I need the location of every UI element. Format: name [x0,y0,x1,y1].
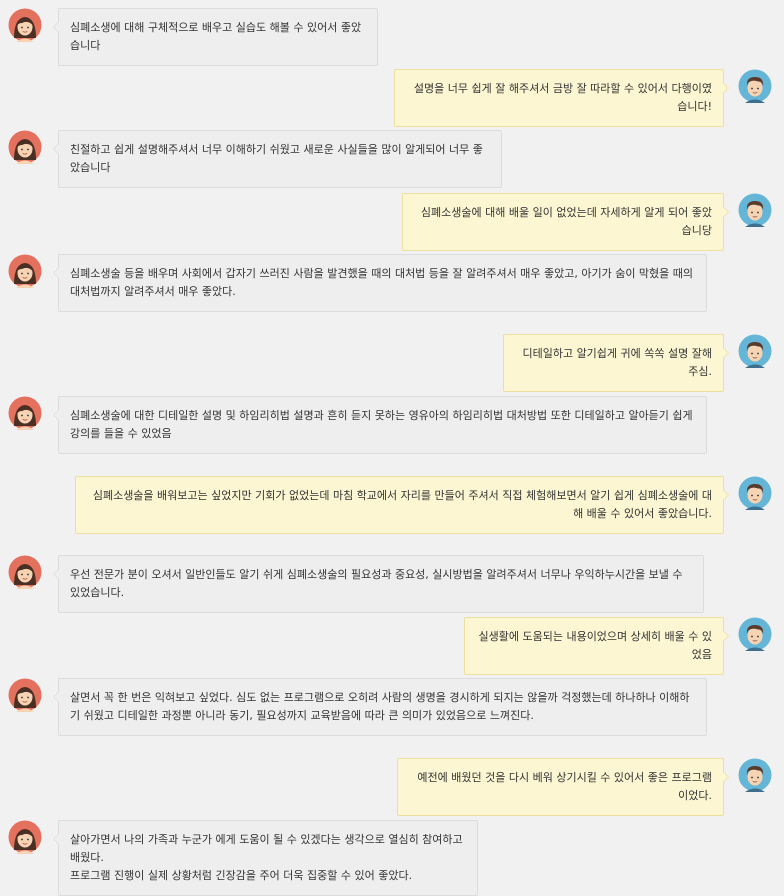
message-bubble: 심폐소생술에 대해 배울 일이 없었는데 자세하게 알게 되어 좋았습니당 [402,193,729,251]
male-avatar-icon [738,617,772,651]
message-bubble: 살면서 꼭 한 번은 익혀보고 싶었다. 심도 없는 프로그램으로 오히려 사람… [53,678,707,736]
message-bubble: 실생활에 도움되는 내용이었으며 상세히 배울 수 있었음 [464,617,729,675]
message-text: 실생활에 도움되는 내용이었으며 상세히 배울 수 있었음 [478,630,713,661]
message-bubble: 심폐소생술에 대한 디테일한 설명 및 하임리히법 설명과 흔히 듣지 못하는 … [53,396,707,454]
message-text: 심폐소생술 등을 배우며 사회에서 갑자기 쓰러진 사람을 발견했을 때의 대처… [70,267,694,298]
message-bubble: 설명을 너무 쉽게 잘 해주셔서 금방 잘 따라할 수 있어서 다행이였습니다! [394,69,729,127]
chat-feed: 심폐소생에 대해 구체적으로 배우고 실습도 해볼 수 있어서 좋았습니다 설명… [0,0,784,896]
message-text: 우선 전문가 분이 오셔서 일반인들도 알기 쉬게 심폐소생술의 필요성과 중요… [70,568,683,599]
female-avatar-icon [8,130,42,164]
message-text: 심폐소생술을 배워보고는 싶었지만 기회가 없었는데 마침 학교에서 자리를 만… [92,489,712,520]
message-bubble: 심폐소생술을 배워보고는 싶었지만 기회가 없었는데 마침 학교에서 자리를 만… [75,476,729,534]
message-text: 친절하고 쉽게 설명해주셔서 너무 이해하기 쉬웠고 새로운 사실들을 많이 알… [70,143,483,174]
message-bubble: 디테일하고 알기쉽게 귀에 쏙쏙 설명 잘해주심. [503,334,729,392]
message-bubble: 심폐소생술 등을 배우며 사회에서 갑자기 쓰러진 사람을 발견했을 때의 대처… [53,254,707,312]
female-avatar-icon [8,396,42,430]
message-bubble: 심폐소생에 대해 구체적으로 배우고 실습도 해볼 수 있어서 좋았습니다 [53,8,378,66]
male-avatar-icon [738,69,772,103]
message-text: 살아가면서 나의 가족과 누군가 에게 도움이 될 수 있겠다는 생각으로 열심… [70,833,463,882]
male-avatar-icon [738,476,772,510]
male-avatar-icon [738,758,772,792]
message-text: 심폐소생술에 대한 디테일한 설명 및 하임리히법 설명과 흔히 듣지 못하는 … [70,409,693,440]
message-bubble: 우선 전문가 분이 오셔서 일반인들도 알기 쉬게 심폐소생술의 필요성과 중요… [53,555,704,613]
message-text: 심폐소생술에 대해 배울 일이 없었는데 자세하게 알게 되어 좋았습니당 [420,206,712,237]
female-avatar-icon [8,678,42,712]
female-avatar-icon [8,254,42,288]
message-text: 설명을 너무 쉽게 잘 해주셔서 금방 잘 따라할 수 있어서 다행이였습니다! [413,82,712,113]
message-bubble: 살아가면서 나의 가족과 누군가 에게 도움이 될 수 있겠다는 생각으로 열심… [53,820,478,896]
female-avatar-icon [8,8,42,42]
female-avatar-icon [8,555,42,589]
message-text: 살면서 꼭 한 번은 익혀보고 싶었다. 심도 없는 프로그램으로 오히려 사람… [70,691,690,722]
message-bubble: 친절하고 쉽게 설명해주셔서 너무 이해하기 쉬웠고 새로운 사실들을 많이 알… [53,130,502,188]
message-text: 디테일하고 알기쉽게 귀에 쏙쏙 설명 잘해주심. [522,347,712,378]
male-avatar-icon [738,334,772,368]
message-text: 예전에 배웠던 것을 다시 베워 상기시킬 수 있어서 좋은 프로그램이었다. [417,771,712,802]
message-bubble: 예전에 배웠던 것을 다시 베워 상기시킬 수 있어서 좋은 프로그램이었다. [397,758,729,816]
male-avatar-icon [738,193,772,227]
message-text: 심폐소생에 대해 구체적으로 배우고 실습도 해볼 수 있어서 좋았습니다 [70,21,362,52]
female-avatar-icon [8,820,42,854]
